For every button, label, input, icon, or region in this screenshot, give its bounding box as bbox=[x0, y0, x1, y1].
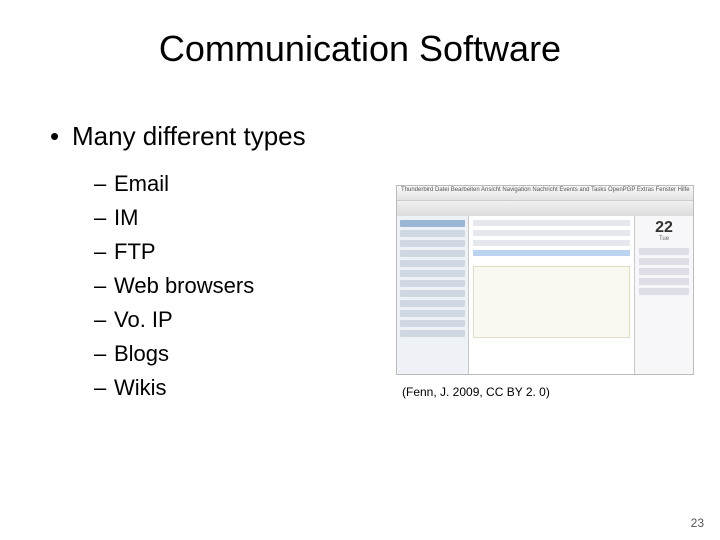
bullet-main: •Many different types bbox=[50, 120, 390, 153]
event-block bbox=[639, 258, 689, 265]
message-row bbox=[473, 220, 630, 226]
event-block bbox=[639, 278, 689, 285]
sidebar-row bbox=[400, 250, 465, 257]
list-item-label: Web browsers bbox=[114, 273, 254, 298]
sidebar-row bbox=[400, 240, 465, 247]
sidebar-row bbox=[400, 280, 465, 287]
slide-title: Communication Software bbox=[0, 28, 720, 70]
calendar-day-number: 22 bbox=[639, 220, 689, 236]
folder-sidebar bbox=[397, 216, 469, 374]
list-item-label: Email bbox=[114, 171, 169, 196]
message-row bbox=[473, 230, 630, 236]
dash-icon: – bbox=[94, 167, 114, 201]
list-item: –FTP bbox=[94, 235, 390, 269]
sidebar-row bbox=[400, 230, 465, 237]
sub-bullet-list: –Email –IM –FTP –Web browsers –Vo. IP –B… bbox=[50, 167, 390, 406]
body-text: •Many different types –Email –IM –FTP –W… bbox=[50, 120, 390, 405]
bullet-dot-icon: • bbox=[50, 120, 72, 153]
message-list bbox=[469, 216, 635, 374]
list-item: –IM bbox=[94, 201, 390, 235]
calendar-day-label: Tue bbox=[639, 236, 689, 242]
dash-icon: – bbox=[94, 303, 114, 337]
list-item: –Blogs bbox=[94, 337, 390, 371]
list-item-label: FTP bbox=[114, 239, 156, 264]
sidebar-row bbox=[400, 320, 465, 327]
dash-icon: – bbox=[94, 201, 114, 235]
sidebar-row bbox=[400, 330, 465, 337]
message-row-selected bbox=[473, 250, 630, 256]
dash-icon: – bbox=[94, 235, 114, 269]
list-item: –Wikis bbox=[94, 371, 390, 405]
dash-icon: – bbox=[94, 337, 114, 371]
list-item: –Vo. IP bbox=[94, 303, 390, 337]
figure: Thunderbird Datei Bearbeiten Ansicht Nav… bbox=[396, 185, 694, 399]
preview-pane bbox=[473, 266, 630, 338]
sidebar-row bbox=[400, 270, 465, 277]
list-item: –Email bbox=[94, 167, 390, 201]
sidebar-row bbox=[400, 290, 465, 297]
app-body: 22 Tue bbox=[397, 216, 693, 374]
screenshot-thumbnail: Thunderbird Datei Bearbeiten Ansicht Nav… bbox=[396, 185, 694, 375]
list-item: –Web browsers bbox=[94, 269, 390, 303]
bullet-main-text: Many different types bbox=[72, 121, 306, 151]
dash-icon: – bbox=[94, 371, 114, 405]
page-number: 23 bbox=[691, 516, 704, 530]
sidebar-row bbox=[400, 220, 465, 227]
message-row bbox=[473, 240, 630, 246]
event-block bbox=[639, 248, 689, 255]
mac-menubar: Thunderbird Datei Bearbeiten Ansicht Nav… bbox=[397, 186, 693, 201]
figure-caption: (Fenn, J. 2009, CC BY 2. 0) bbox=[396, 385, 694, 399]
slide: Communication Software •Many different t… bbox=[0, 0, 720, 540]
sidebar-row bbox=[400, 260, 465, 267]
list-item-label: Vo. IP bbox=[114, 307, 173, 332]
sidebar-row bbox=[400, 310, 465, 317]
sidebar-row bbox=[400, 300, 465, 307]
list-item-label: Blogs bbox=[114, 341, 169, 366]
event-block bbox=[639, 268, 689, 275]
event-block bbox=[639, 288, 689, 295]
list-item-label: IM bbox=[114, 205, 138, 230]
calendar-panel: 22 Tue bbox=[635, 216, 693, 374]
list-item-label: Wikis bbox=[114, 375, 167, 400]
dash-icon: – bbox=[94, 269, 114, 303]
